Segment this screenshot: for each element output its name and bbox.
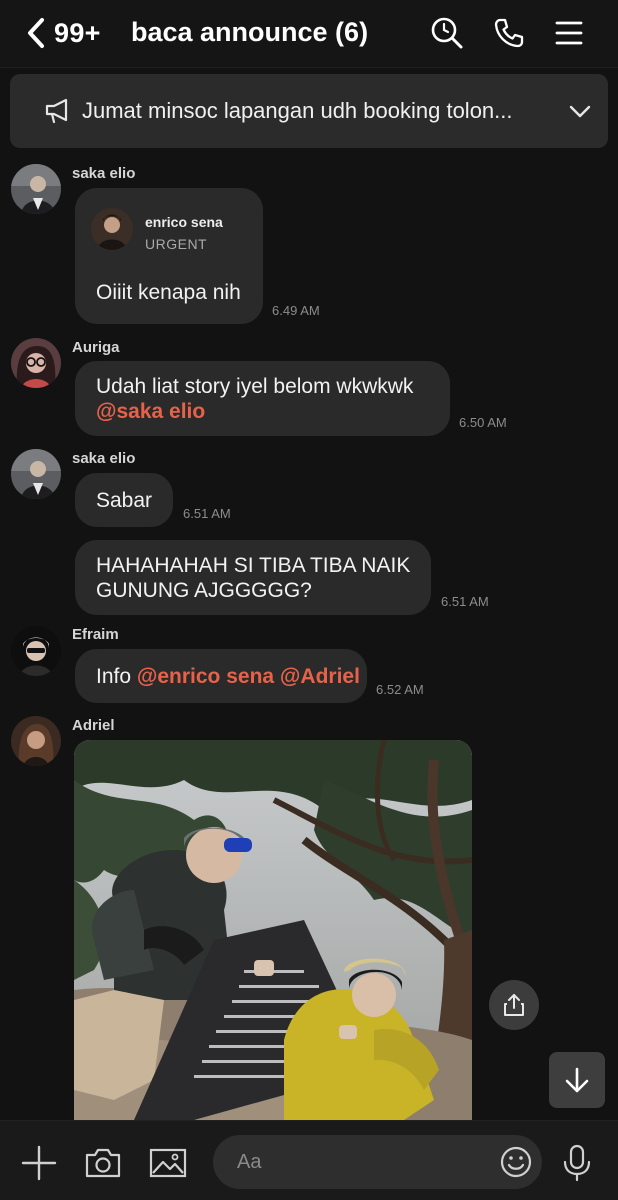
unread-count: 99+ — [54, 17, 101, 48]
chat-header: 99+ baca announce (6) — [0, 0, 618, 68]
menu-button[interactable] — [550, 14, 588, 52]
message-time: 6.50 AM — [459, 415, 507, 430]
search-button[interactable] — [428, 14, 466, 52]
message-bubble[interactable]: Udah liat story iyel belom wkwkwk @saka … — [75, 361, 450, 436]
message-bubble[interactable]: enrico sena URGENT Oiiit kenapa nih — [75, 188, 263, 324]
avatar-auriga[interactable] — [11, 338, 61, 388]
message-time: 6.52 AM — [376, 682, 424, 697]
message-text: Oiiit kenapa nih — [96, 281, 241, 304]
message-input[interactable]: Aa — [213, 1135, 542, 1189]
message-line: Info @enrico sena @Adriel — [96, 664, 360, 689]
chat-title: baca announce (6) — [131, 17, 369, 47]
sender-name: Adriel — [72, 717, 115, 734]
message-time: 6.49 AM — [272, 303, 320, 318]
emoji-icon[interactable] — [499, 1145, 533, 1179]
voice-button[interactable] — [557, 1143, 597, 1183]
scroll-to-bottom-button[interactable] — [549, 1052, 605, 1108]
photo-attachment[interactable] — [74, 740, 472, 1120]
mention-link[interactable]: @enrico sena — [137, 665, 274, 688]
add-button[interactable] — [19, 1143, 59, 1183]
message-time: 6.51 AM — [441, 594, 489, 609]
message-bubble[interactable]: HAHAHAHAH SI TIBA TIBA NAIK GUNUNG AJGGG… — [75, 540, 431, 615]
message-bubble[interactable]: Sabar — [75, 473, 173, 527]
gallery-button[interactable] — [148, 1143, 188, 1183]
camera-icon — [85, 1148, 121, 1178]
avatar-adriel[interactable] — [11, 716, 61, 766]
announcement-text: Jumat minsoc lapangan udh booking tolon.… — [82, 98, 513, 123]
back-button[interactable]: 99+ — [24, 14, 101, 52]
sender-name: Auriga — [72, 339, 120, 356]
avatar-saka-elio[interactable] — [11, 164, 61, 214]
camera-button[interactable] — [83, 1143, 123, 1183]
reply-text: URGENT — [145, 236, 208, 252]
image-icon — [149, 1148, 187, 1178]
message-text: HAHAHAHAH SI TIBA TIBA NAIK — [96, 554, 411, 577]
share-button[interactable] — [489, 980, 539, 1030]
mention-link[interactable]: @Adriel — [280, 665, 360, 688]
search-icon — [431, 17, 463, 49]
sender-name: saka elio — [72, 165, 136, 182]
arrow-down-icon — [565, 1067, 589, 1093]
avatar-saka-elio[interactable] — [11, 449, 61, 499]
avatar-efraim[interactable] — [11, 626, 61, 676]
microphone-icon — [563, 1144, 591, 1182]
message-bubble[interactable]: Info @enrico sena @Adriel — [75, 649, 367, 703]
sender-name: Efraim — [72, 626, 119, 643]
share-icon — [504, 994, 524, 1016]
avatar-enrico-sena — [91, 208, 133, 250]
mention-link[interactable]: @saka elio — [96, 399, 205, 424]
message-text: GUNUNG AJGGGGG? — [96, 579, 312, 602]
message-text: Udah liat story iyel belom wkwkwk — [96, 375, 414, 398]
megaphone-icon — [45, 98, 68, 124]
message-input-placeholder: Aa — [237, 1151, 262, 1173]
announcement-banner[interactable]: Jumat minsoc lapangan udh booking tolon.… — [10, 74, 608, 148]
chevron-down-icon[interactable] — [568, 101, 592, 121]
message-text: Sabar — [96, 489, 153, 512]
message-time: 6.51 AM — [183, 506, 231, 521]
call-button[interactable] — [490, 14, 528, 52]
hamburger-menu-icon — [555, 21, 583, 45]
message-text: Info — [96, 665, 132, 688]
phone-icon — [494, 18, 524, 48]
chevron-left-icon — [28, 18, 44, 48]
plus-icon — [21, 1145, 57, 1181]
composer-bar: Aa — [0, 1120, 618, 1200]
sender-name: saka elio — [72, 450, 136, 467]
